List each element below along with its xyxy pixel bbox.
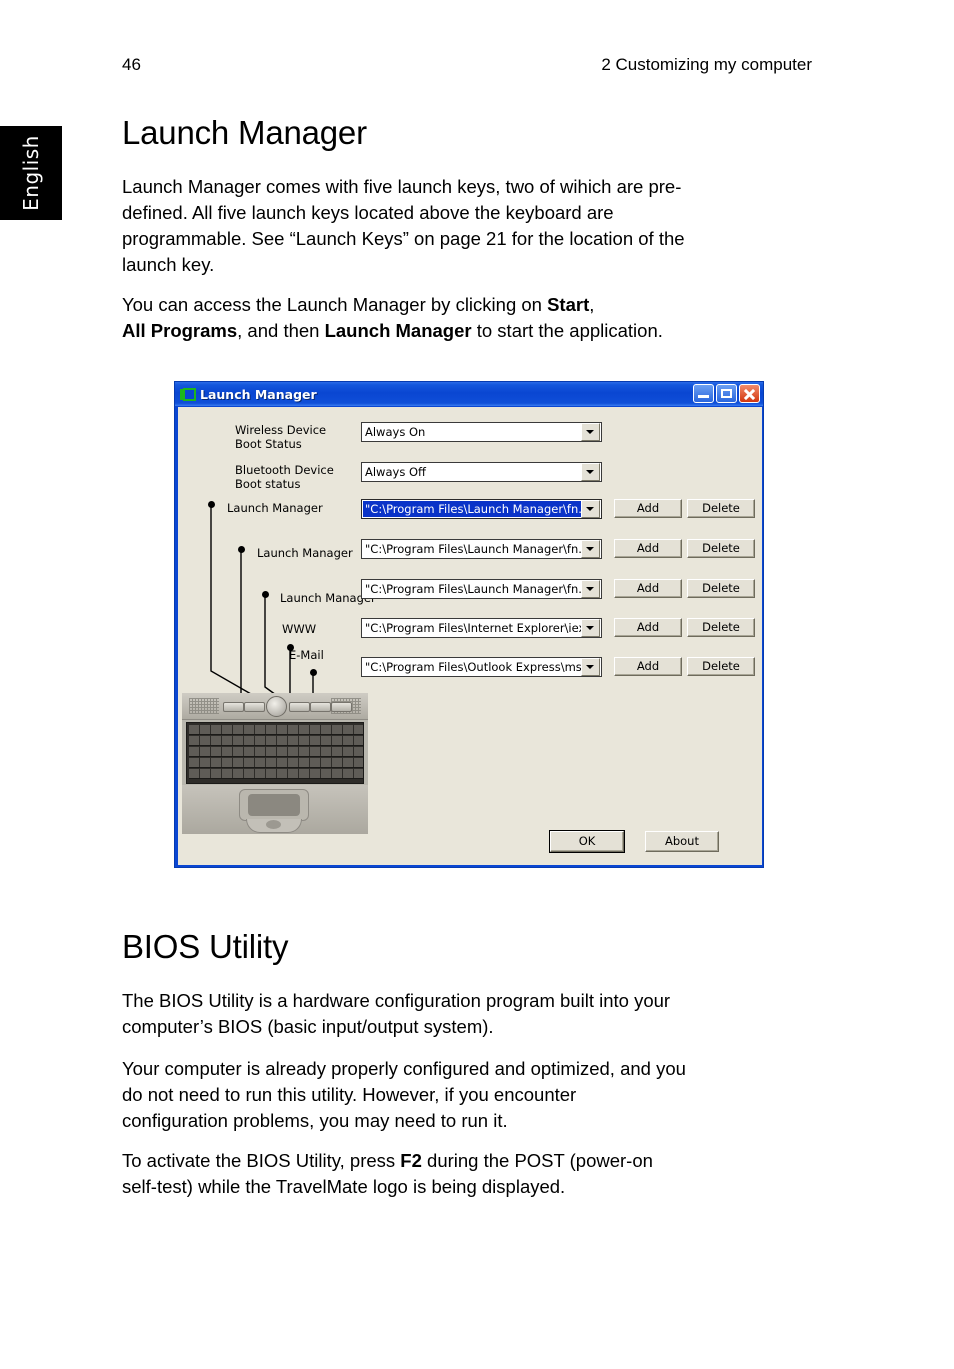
callout-dot bbox=[262, 591, 269, 598]
delete-button-1[interactable]: Delete bbox=[687, 499, 755, 518]
laptop-speaker-left bbox=[189, 698, 219, 714]
launch-key-path-select-email[interactable]: "C:\Program Files\Outlook Express\msimn.… bbox=[361, 657, 602, 677]
chevron-down-icon[interactable] bbox=[581, 423, 600, 441]
chevron-down-icon[interactable] bbox=[581, 658, 600, 676]
para-text: , and then bbox=[237, 320, 325, 341]
page-header: 46 2 Customizing my computer bbox=[122, 55, 812, 79]
paragraph-launch-manager-1: Launch Manager comes with five launch ke… bbox=[122, 174, 822, 278]
selected-value: Always Off bbox=[365, 465, 426, 479]
para-text: To activate the BIOS Utility, press bbox=[122, 1150, 401, 1171]
launch-key-path-select-3[interactable]: "C:\Program Files\Launch Manager\fn.exe" bbox=[361, 579, 602, 599]
launch-key-2 bbox=[244, 702, 265, 712]
callout-dot bbox=[310, 669, 317, 676]
chevron-down-icon[interactable] bbox=[581, 463, 600, 481]
launch-key-1 bbox=[223, 702, 244, 712]
label-line-1: Wireless Device bbox=[235, 423, 327, 437]
launch-key-4 bbox=[310, 702, 331, 712]
language-tab: English bbox=[0, 126, 62, 220]
delete-button-email[interactable]: Delete bbox=[687, 657, 755, 676]
section-title-bios-utility: BIOS Utility bbox=[122, 928, 289, 965]
label-line-1: Bluetooth Device bbox=[235, 463, 334, 477]
bold-all-programs: All Programs bbox=[122, 320, 238, 341]
launch-key-path-select-2[interactable]: "C:\Program Files\Launch Manager\fn.exe" bbox=[361, 539, 602, 559]
para-line: launch key. bbox=[122, 254, 215, 275]
label-line-2: Boot Status bbox=[235, 437, 302, 451]
bluetooth-boot-status-label: Bluetooth Device Boot status bbox=[235, 463, 353, 491]
touchpad bbox=[239, 789, 309, 821]
add-button-www[interactable]: Add bbox=[614, 618, 682, 637]
chevron-down-icon[interactable] bbox=[581, 580, 600, 598]
laptop-keyboard bbox=[186, 722, 364, 784]
para-text: , bbox=[589, 294, 595, 315]
paragraph-bios-2: Your computer is already properly config… bbox=[122, 1056, 822, 1134]
dialog-title: Launch Manager bbox=[200, 386, 317, 402]
para-line: self-test) while the TravelMate logo is … bbox=[122, 1176, 566, 1197]
bold-launch-manager: Launch Manager bbox=[324, 320, 472, 341]
maximize-button[interactable] bbox=[716, 384, 737, 403]
paragraph-launch-manager-2: You can access the Launch Manager by cli… bbox=[122, 292, 822, 344]
launch-key-path-select-1[interactable]: "C:\Program Files\Launch Manager\fn.exe" bbox=[361, 499, 602, 519]
para-line: defined. All five launch keys located ab… bbox=[122, 202, 614, 223]
launch-manager-dialog: Launch Manager Wireless Device Boot Stat… bbox=[174, 381, 764, 868]
para-line: computer’s BIOS (basic input/output syst… bbox=[122, 1016, 494, 1037]
add-button-1[interactable]: Add bbox=[614, 499, 682, 518]
launch-key-5 bbox=[331, 702, 352, 712]
launch-key-path-select-www[interactable]: "C:\Program Files\Internet Explorer\iexp… bbox=[361, 618, 602, 638]
para-line: Your computer is already properly config… bbox=[122, 1058, 686, 1079]
para-text: during the POST (power-on bbox=[421, 1150, 653, 1171]
para-line: programmable. See “Launch Keys” on page … bbox=[122, 228, 685, 249]
chevron-down-icon[interactable] bbox=[581, 619, 600, 637]
bold-f2: F2 bbox=[400, 1150, 422, 1171]
power-button bbox=[266, 696, 287, 717]
selected-value: "C:\Program Files\Outlook Express\msimn.… bbox=[365, 660, 581, 674]
add-button-email[interactable]: Add bbox=[614, 657, 682, 676]
para-line: do not need to run this utility. However… bbox=[122, 1084, 577, 1105]
add-button-3[interactable]: Add bbox=[614, 579, 682, 598]
callout-dot bbox=[208, 501, 215, 508]
minimize-button[interactable] bbox=[693, 384, 714, 403]
launch-key-label-email: E-Mail bbox=[289, 648, 324, 662]
para-text: to start the application. bbox=[471, 320, 663, 341]
chevron-down-icon[interactable] bbox=[581, 500, 600, 518]
launch-key-label-1: Launch Manager bbox=[227, 501, 323, 515]
delete-button-2[interactable]: Delete bbox=[687, 539, 755, 558]
laptop-keyboard-photo bbox=[182, 693, 368, 834]
bluetooth-boot-status-select[interactable]: Always Off bbox=[361, 462, 602, 482]
ok-button[interactable]: OK bbox=[549, 830, 625, 853]
paragraph-bios-1: The BIOS Utility is a hardware configura… bbox=[122, 988, 822, 1040]
para-line: Launch Manager comes with five launch ke… bbox=[122, 176, 682, 197]
launch-manager-icon bbox=[180, 387, 196, 401]
delete-button-3[interactable]: Delete bbox=[687, 579, 755, 598]
dialog-titlebar[interactable]: Launch Manager bbox=[175, 382, 763, 406]
bold-start: Start bbox=[547, 294, 590, 315]
callout-dot bbox=[238, 546, 245, 553]
paragraph-bios-3: To activate the BIOS Utility, press F2 d… bbox=[122, 1148, 822, 1200]
add-button-2[interactable]: Add bbox=[614, 539, 682, 558]
wireless-boot-status-label: Wireless Device Boot Status bbox=[235, 423, 353, 451]
chevron-down-icon[interactable] bbox=[581, 540, 600, 558]
section-title-launch-manager: Launch Manager bbox=[122, 114, 367, 151]
para-line: The BIOS Utility is a hardware configura… bbox=[122, 990, 671, 1011]
launch-key-label-2: Launch Manager bbox=[257, 546, 353, 560]
dialog-client-area: Wireless Device Boot Status Always On Bl… bbox=[178, 407, 762, 865]
about-button[interactable]: About bbox=[645, 831, 719, 852]
selected-value: "C:\Program Files\Internet Explorer\iexp… bbox=[365, 621, 581, 635]
label-line-2: Boot status bbox=[235, 477, 301, 491]
chapter-header: 2 Customizing my computer bbox=[601, 55, 812, 74]
selected-value: Always On bbox=[365, 425, 426, 439]
language-tab-label: English bbox=[19, 135, 43, 211]
selected-value: "C:\Program Files\Launch Manager\fn.exe" bbox=[365, 582, 581, 596]
para-text: You can access the Launch Manager by cli… bbox=[122, 294, 548, 315]
selected-value: "C:\Program Files\Launch Manager\fn.exe" bbox=[363, 501, 581, 517]
page-number: 46 bbox=[122, 55, 141, 74]
caption-buttons bbox=[693, 384, 760, 403]
close-icon[interactable] bbox=[739, 384, 760, 403]
delete-button-www[interactable]: Delete bbox=[687, 618, 755, 637]
wireless-boot-status-select[interactable]: Always On bbox=[361, 422, 602, 442]
selected-value: "C:\Program Files\Launch Manager\fn.exe" bbox=[365, 542, 581, 556]
para-line: configuration problems, you may need to … bbox=[122, 1110, 508, 1131]
touchpad-buttons bbox=[246, 819, 302, 833]
launch-key-3 bbox=[289, 702, 310, 712]
launch-key-label-www: WWW bbox=[282, 622, 317, 636]
